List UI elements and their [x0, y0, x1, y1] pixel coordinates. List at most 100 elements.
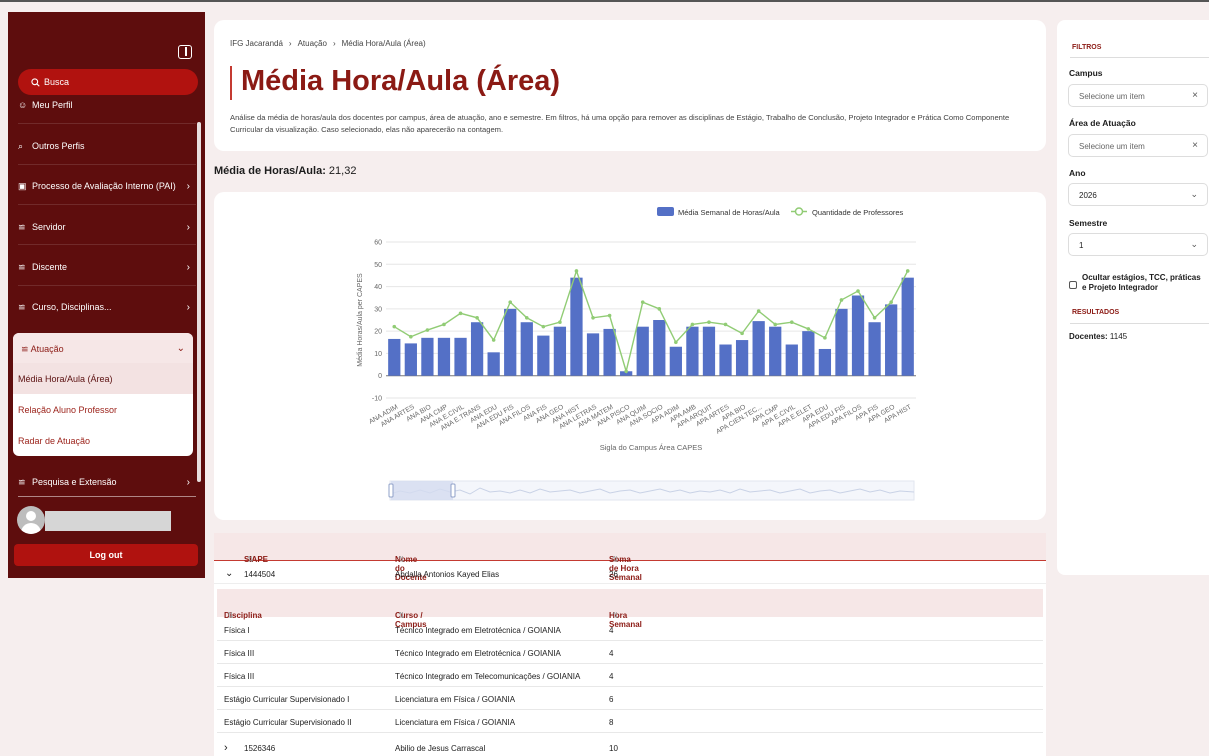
bar[interactable] [388, 338, 401, 376]
line-point[interactable] [740, 331, 744, 336]
line-point[interactable] [458, 311, 463, 316]
sidebar-item-pai[interactable]: ▣ Processo de Avaliação Interno (PAI) › [18, 181, 196, 192]
line-point[interactable] [905, 269, 910, 273]
collapse-row-icon[interactable]: ⌄ [225, 568, 233, 579]
sidebar-item-meu-perfil[interactable]: ☺ Meu Perfil [18, 100, 196, 110]
bar[interactable] [702, 326, 716, 376]
bar[interactable] [868, 322, 881, 376]
bar[interactable] [818, 348, 832, 376]
line-point[interactable] [806, 327, 811, 331]
search-button[interactable]: Busca [18, 69, 198, 95]
sidebar-item-outros-perfis[interactable]: ⌕ Outros Perfis [18, 141, 196, 152]
sidebar-item-curso[interactable]: ≌ Curso, Disciplinas... › [18, 302, 196, 313]
line-point[interactable] [524, 315, 529, 320]
expand-row-icon[interactable]: › [224, 742, 228, 754]
datazoom-handle-left[interactable] [388, 483, 394, 498]
bar[interactable] [520, 322, 533, 376]
table-row[interactable]: › 1526346 Abilio de Jesus Carrascal 10 [214, 736, 1046, 756]
area-select[interactable]: Selecione um item × [1068, 134, 1208, 157]
bar[interactable] [553, 326, 567, 376]
sidebar-subitem-media-hora-aula[interactable]: Média Hora/Aula (Área) [13, 363, 193, 394]
bar[interactable] [636, 326, 649, 376]
sidebar-subitem-radar[interactable]: Radar de Atuação [13, 425, 193, 456]
line-point[interactable] [856, 289, 860, 293]
logout-button[interactable]: Log out [14, 544, 198, 566]
line-point[interactable] [425, 328, 430, 332]
line-point[interactable] [823, 336, 827, 340]
line-point[interactable] [707, 320, 711, 325]
datazoom-selected-window[interactable] [391, 481, 453, 500]
semestre-select[interactable]: 1 ⌄ [1068, 233, 1208, 256]
line-point[interactable] [889, 300, 893, 304]
bar[interactable] [570, 277, 583, 376]
bar[interactable] [669, 346, 682, 376]
chart-card: Média Semanal de Horas/Aula Quantidade d… [214, 192, 1046, 520]
line-point[interactable] [508, 300, 513, 304]
datazoom-slider[interactable] [388, 480, 915, 501]
hide-estagios-label[interactable]: Ocultar estágios, TCC, práticas e Projet… [1082, 273, 1206, 293]
bar[interactable] [487, 352, 500, 376]
datazoom-handle-right[interactable] [450, 483, 456, 498]
line-point[interactable] [657, 307, 662, 311]
bar[interactable] [802, 331, 815, 376]
bar[interactable] [719, 344, 732, 376]
line-point[interactable] [640, 300, 645, 304]
average-value: 21,32 [328, 165, 357, 177]
bar[interactable] [686, 326, 699, 376]
line-point[interactable] [773, 322, 778, 327]
line-point[interactable] [872, 315, 877, 320]
line-point[interactable] [442, 322, 446, 327]
collapse-sidebar-icon[interactable] [178, 45, 192, 59]
breadcrumb-item[interactable]: Atuação [298, 39, 327, 48]
bar[interactable] [851, 295, 865, 376]
hide-estagios-checkbox[interactable] [1069, 281, 1077, 289]
bar[interactable] [835, 308, 848, 376]
clear-icon[interactable]: × [1192, 140, 1198, 151]
bar[interactable] [735, 340, 749, 376]
campus-select[interactable]: Selecione um item × [1068, 84, 1208, 107]
line-point[interactable] [392, 324, 397, 329]
line-point[interactable] [789, 320, 794, 325]
bar[interactable] [586, 333, 600, 376]
sidebar-item-atuacao[interactable]: ≌ Atuação ⌄ [13, 333, 193, 363]
bar[interactable] [885, 304, 898, 376]
bar[interactable] [752, 321, 765, 376]
clear-icon[interactable]: × [1192, 90, 1198, 101]
avatar[interactable] [17, 506, 45, 534]
sidebar-scrollbar[interactable] [197, 122, 201, 482]
line-point[interactable] [409, 334, 413, 339]
line-point[interactable] [574, 269, 579, 273]
line-point[interactable] [607, 313, 612, 318]
line-point[interactable] [690, 322, 695, 327]
chart-legend[interactable]: Média Semanal de Horas/Aula Quantidade d… [657, 207, 904, 217]
bar[interactable] [404, 343, 417, 376]
line-point[interactable] [674, 340, 678, 345]
bar[interactable] [785, 344, 798, 376]
sidebar-item-servidor[interactable]: ≌ Servidor › [18, 222, 196, 233]
line-point[interactable] [723, 322, 728, 327]
bar[interactable] [769, 326, 782, 376]
bar[interactable] [470, 322, 484, 376]
bar[interactable] [437, 337, 451, 376]
bar[interactable] [421, 337, 434, 376]
table-row[interactable]: ⌄ 1444504 Abdalla Antonios Kayed Elias 2… [214, 562, 1046, 584]
bar[interactable] [454, 337, 467, 376]
bar[interactable] [504, 308, 517, 376]
line-point[interactable] [491, 338, 496, 342]
bar[interactable] [603, 328, 616, 376]
line-point[interactable] [591, 315, 595, 320]
bar[interactable] [653, 320, 666, 376]
sidebar-subitem-relacao-aluno[interactable]: Relação Aluno Professor [13, 394, 193, 425]
sidebar-item-pesquisa[interactable]: ≌ Pesquisa e Extensão › [18, 477, 196, 488]
line-point[interactable] [839, 298, 844, 302]
bar[interactable] [537, 335, 550, 376]
line-point[interactable] [475, 315, 479, 320]
breadcrumb-item[interactable]: IFG Jacarandá [230, 39, 283, 48]
line-point[interactable] [624, 369, 628, 374]
line-point[interactable] [756, 309, 761, 313]
bar[interactable] [901, 277, 914, 376]
ano-select[interactable]: 2026 ⌄ [1068, 183, 1208, 206]
sidebar-item-discente[interactable]: ≌ Discente › [18, 262, 196, 273]
line-point[interactable] [558, 320, 562, 325]
line-point[interactable] [541, 324, 546, 329]
